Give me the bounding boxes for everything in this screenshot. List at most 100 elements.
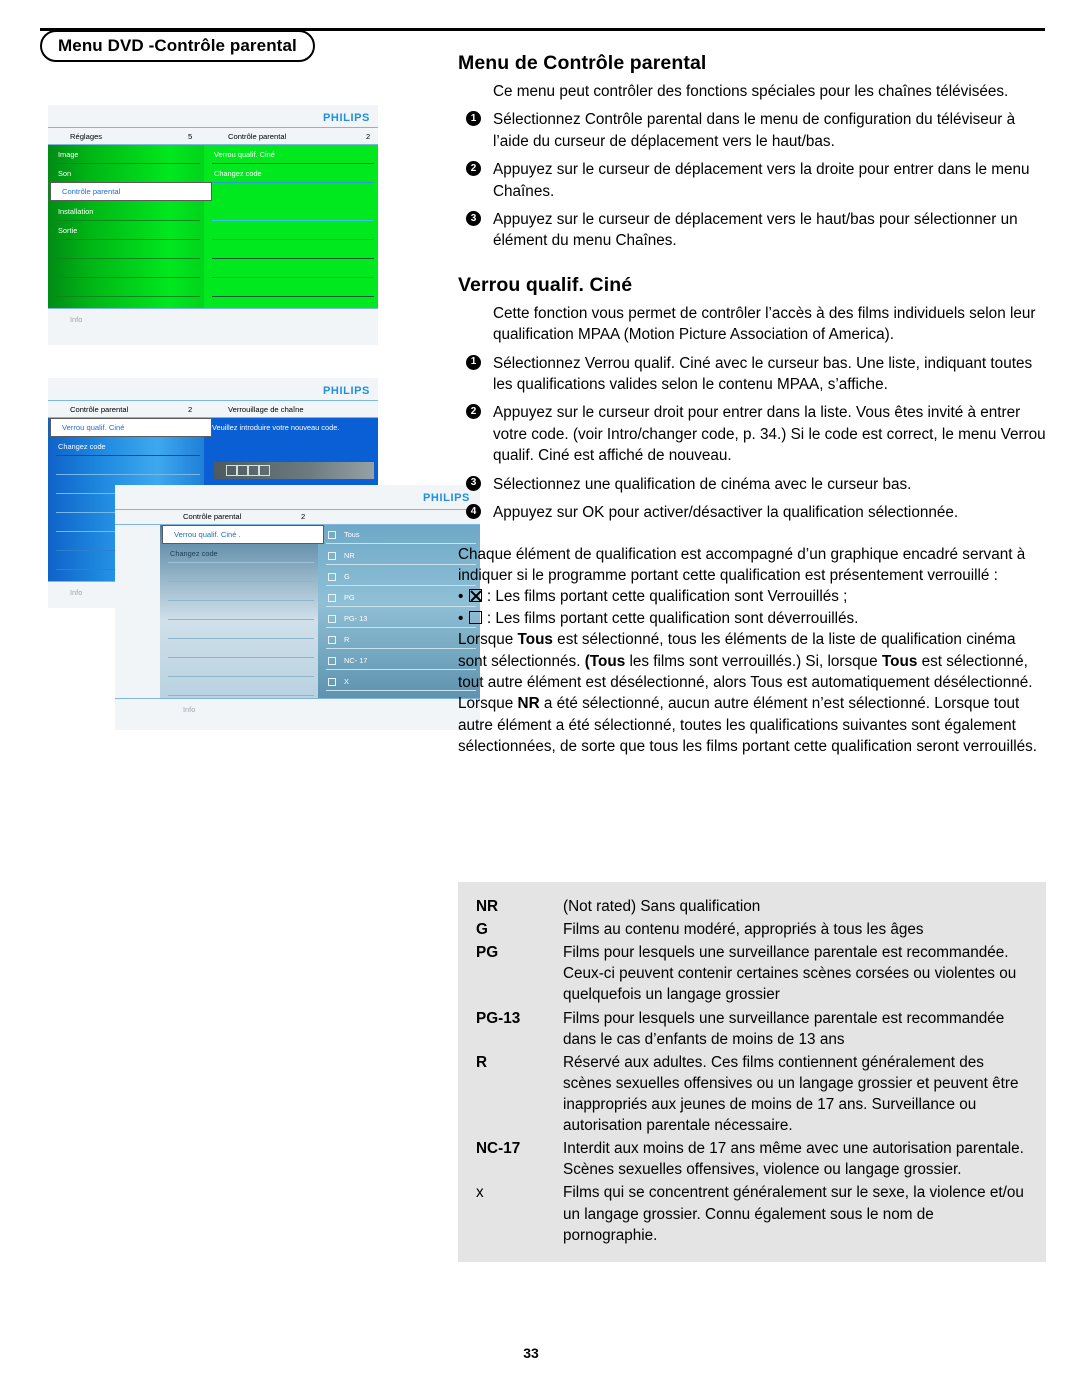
p2-c: les films sont verrouillés.) Si, lorsque <box>625 652 882 670</box>
osd3-menu-blank <box>160 601 318 620</box>
p3-b: a été sélectionné, aucun autre élément n… <box>458 695 1038 756</box>
code-digit-cell <box>226 465 237 476</box>
checkbox-icon[interactable] <box>328 551 336 560</box>
osd-menu-item-son[interactable]: Son <box>48 164 204 183</box>
checkbox-icon[interactable] <box>328 656 336 665</box>
bullet-dot: • <box>458 609 464 627</box>
osd-info-label: Info <box>70 315 83 324</box>
row-separator <box>326 690 476 691</box>
osd-header-rule <box>48 400 378 402</box>
osd3-info-label: Info <box>183 705 196 714</box>
p3-nr: NR <box>517 695 540 713</box>
step-text: Appuyez sur OK pour activer/désactiver l… <box>493 504 959 522</box>
step-number-badge: 1 <box>466 354 481 370</box>
row-separator <box>212 182 374 183</box>
checkbox-icon[interactable] <box>328 572 336 581</box>
step-number-badge: 2 <box>466 404 481 420</box>
page-number: 33 <box>523 1345 539 1361</box>
osd-left-column-title: Réglages <box>70 132 103 141</box>
bullet-unlocked-text: : Les films portant cette qualification … <box>486 609 859 627</box>
osd3-rating-item-tous[interactable]: Tous <box>318 525 480 544</box>
row-separator <box>326 648 476 649</box>
step-text: Appuyez sur le curseur de déplacement ve… <box>493 161 1030 200</box>
step-number-badge: 2 <box>466 161 481 177</box>
osd2-selected-item-verrou-qualif-cine[interactable]: Verrou qualif. Ciné <box>50 418 212 437</box>
p2-a: Lorsque <box>458 631 518 649</box>
row-separator <box>168 695 314 696</box>
rating-code: NC-17 <box>476 1140 521 1158</box>
osd3-rating-item-r[interactable]: R <box>318 630 480 649</box>
osd-menu-item-blank <box>48 259 204 278</box>
rating-code: PG-13 <box>476 1009 521 1027</box>
row-separator <box>212 296 374 297</box>
osd2-info-label: Info <box>70 588 83 597</box>
osd3-rating-item-x[interactable]: X <box>318 672 480 691</box>
osd3-rating-item-nc17[interactable]: NC- 17 <box>318 651 480 670</box>
section-heading-menu-controle-parental: Menu de Contrôle parental <box>458 52 707 74</box>
step-text: Sélectionnez Contrôle parental dans le m… <box>493 111 1016 150</box>
checkbox-icon[interactable] <box>328 614 336 623</box>
checkbox-checked-icon <box>468 589 482 603</box>
checkbox-icon[interactable] <box>328 635 336 644</box>
osd3-rating-item-pg[interactable]: PG <box>318 588 480 607</box>
osd-submenu-item-verrou-qualif-cine[interactable]: Verrou qualif. Ciné <box>204 145 378 164</box>
osd3-rating-item-g[interactable]: G <box>318 567 480 586</box>
step-text: Sélectionnez Verrou qualif. Ciné avec le… <box>493 354 1033 394</box>
checkbox-unchecked-icon <box>468 610 482 624</box>
osd3-menu-blank <box>160 639 318 658</box>
checkbox-icon[interactable] <box>328 677 336 686</box>
checkbox-icon[interactable] <box>328 530 336 539</box>
section-heading-verrou-qualif-cine: Verrou qualif. Ciné <box>458 273 633 296</box>
step-item: 3 Appuyez sur le curseur de déplacement … <box>458 209 1048 252</box>
body-content-column: Menu de Contrôle parental Ce menu peut c… <box>458 52 1048 758</box>
table-row: PG Films pour lesquels une surveillance … <box>458 942 1046 1005</box>
osd-menu-item-sortie[interactable]: Sortie <box>48 221 204 240</box>
osd3-menu-blank <box>160 582 318 601</box>
rating-code: x <box>476 1184 484 1202</box>
osd3-rating-item-nr[interactable]: NR <box>318 546 480 565</box>
osd-submenu-item-changez-code[interactable]: Changez code <box>204 164 378 183</box>
osd-submenu-blank <box>204 221 378 240</box>
osd-selected-item-controle-parental[interactable]: Contrôle parental <box>50 182 212 201</box>
rating-description: (Not rated) Sans qualification <box>563 898 761 915</box>
explanation-paragraph-3: Lorsque NR a été sélectionné, aucun autr… <box>458 693 1048 757</box>
osd3-rating-item-pg13[interactable]: PG- 13 <box>318 609 480 628</box>
row-separator <box>326 585 476 586</box>
osd3-left-panel: Changez code <box>160 525 318 698</box>
rating-description: Films au contenu modéré, appropriés à to… <box>563 921 924 939</box>
row-separator <box>326 543 476 544</box>
p3-a: Lorsque <box>458 695 518 713</box>
step-item: 2 Appuyez sur le curseur de déplacement … <box>458 159 1048 202</box>
osd3-menu-blank <box>160 620 318 639</box>
rating-code: NR <box>476 898 499 915</box>
rating-description: Films pour lesquels une surveillance par… <box>563 944 1017 1004</box>
p2-tous-3: Tous <box>881 652 918 670</box>
philips-logo: PHILIPS <box>323 385 370 397</box>
osd-menu-item-installation[interactable]: Installation <box>48 202 204 221</box>
osd-footer-rule <box>115 698 480 700</box>
table-row: R Réservé aux adultes. Ces films contien… <box>458 1052 1046 1136</box>
row-separator <box>326 606 476 607</box>
osd2-code-entry-field[interactable] <box>214 462 374 479</box>
osd-screenshots-column: PHILIPS Réglages 5 Contrôle parental 2 I… <box>48 105 480 730</box>
rating-description: Films pour lesquels une surveillance par… <box>563 1009 1005 1048</box>
osd-menu-item-image[interactable]: Image <box>48 145 204 164</box>
row-separator <box>326 627 476 628</box>
osd-header-rule <box>48 127 378 129</box>
osd3-selected-item-verrou-qualif-cine[interactable]: Verrou qualif. Ciné . <box>162 525 324 544</box>
explanation-paragraph-2: Lorsque Tous est sélectionné, tous les é… <box>458 629 1048 693</box>
section-intro-paragraph-2: Cette fonction vous permet de contrôler … <box>493 304 1036 344</box>
chapter-tab-label: Menu DVD -Contrôle parental <box>58 36 297 55</box>
checkbox-icon[interactable] <box>328 593 336 602</box>
table-row: G Films au contenu modéré, appropriés à … <box>458 919 1046 940</box>
philips-logo: PHILIPS <box>323 112 370 124</box>
osd2-menu-item-changez-code[interactable]: Changez code <box>48 437 204 456</box>
osd-submenu-blank <box>204 259 378 278</box>
step-item: 3 Sélectionnez une qualification de ciné… <box>458 474 1048 495</box>
step-number-badge: 3 <box>466 475 481 491</box>
step-text: Sélectionnez une qualification de cinéma… <box>493 475 912 493</box>
p2-tous-2: (Tous <box>584 652 626 670</box>
osd3-menu-item-changez-code[interactable]: Changez code <box>160 544 318 563</box>
bullet-dot: • <box>458 588 464 606</box>
table-row: x Films qui se concentrent généralement … <box>458 1182 1046 1245</box>
